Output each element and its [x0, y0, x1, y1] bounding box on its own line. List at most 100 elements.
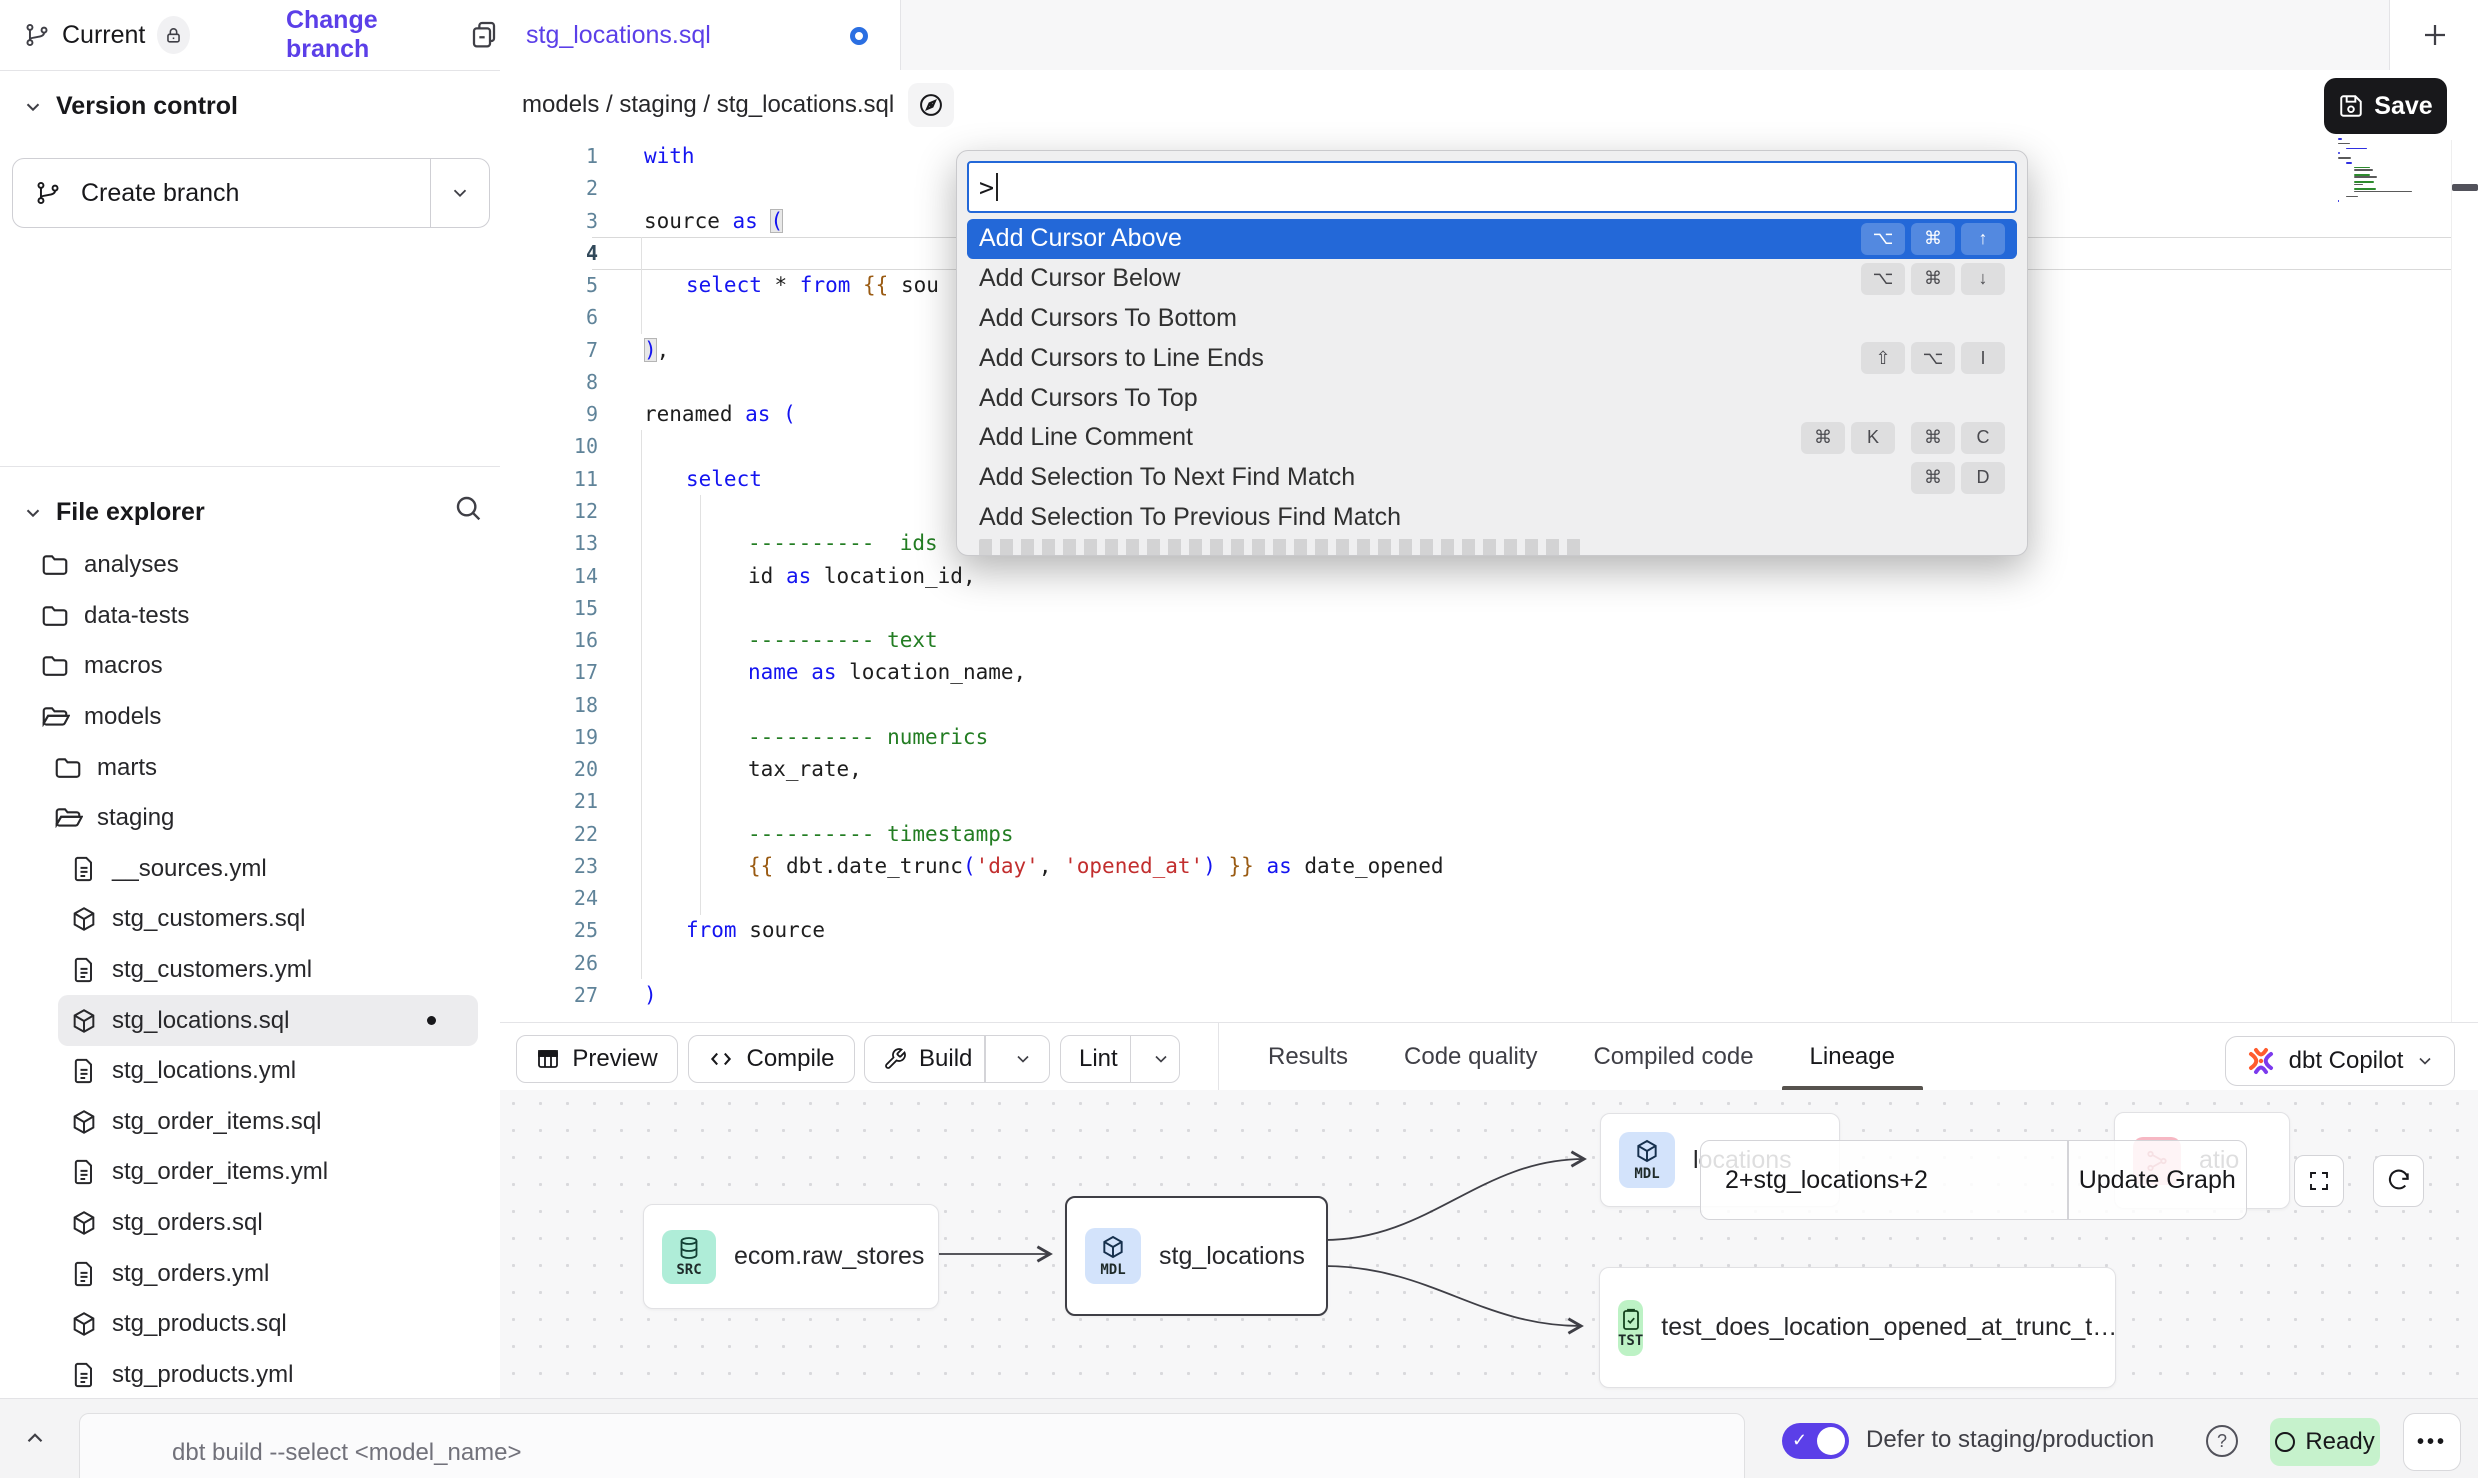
- command-list: Add Cursor Above⌥⌘↑Add Cursor Below⌥⌘↓Ad…: [967, 219, 2017, 537]
- command-label: Add Selection To Next Find Match: [979, 463, 1355, 492]
- fullscreen-icon: [2307, 1169, 2331, 1193]
- file-item-stg-locations-yml[interactable]: stg_locations.yml: [0, 1046, 500, 1097]
- cube-icon: [70, 1007, 98, 1035]
- dbt-command-input[interactable]: dbt build --select <model_name>: [79, 1413, 1745, 1478]
- chevron-down-icon: [22, 96, 44, 118]
- preview-label: Preview: [572, 1045, 657, 1073]
- git-branch-icon: [35, 180, 61, 206]
- build-menu-button[interactable]: [998, 1036, 1049, 1082]
- update-graph-button[interactable]: Update Graph: [2069, 1166, 2247, 1195]
- folder-icon: [40, 651, 70, 681]
- file-item-stg-customers-sql[interactable]: stg_customers.sql: [0, 894, 500, 945]
- minimap[interactable]: [2338, 138, 2450, 213]
- lineage-node-mdl[interactable]: MDLstg_locations: [1065, 1196, 1328, 1316]
- command-item-add-cursors-to-top[interactable]: Add Cursors To Top: [967, 378, 2017, 418]
- command-item-add-line-comment[interactable]: Add Line Comment⌘K⌘C: [967, 418, 2017, 458]
- file-item-label: stg_locations.sql: [112, 1007, 289, 1035]
- file-item-macros[interactable]: macros: [0, 641, 500, 692]
- file-item-stg-products-sql[interactable]: stg_products.sql: [0, 1299, 500, 1350]
- lint-button[interactable]: Lint: [1060, 1035, 1180, 1083]
- refresh-icon: [2386, 1168, 2412, 1194]
- compile-button[interactable]: Compile: [688, 1035, 855, 1083]
- file-item-stg-orders-sql[interactable]: stg_orders.sql: [0, 1198, 500, 1249]
- tab-stg-locations-sql[interactable]: stg_locations.sql: [500, 0, 901, 71]
- file-item-stg-products-yml[interactable]: stg_products.yml: [0, 1350, 500, 1401]
- file-item-label: marts: [97, 754, 157, 782]
- file-item-staging[interactable]: staging: [0, 793, 500, 844]
- folder-icon: [40, 550, 70, 580]
- more-options-button[interactable]: •••: [2403, 1413, 2461, 1471]
- file-item-stg-order-items-yml[interactable]: stg_order_items.yml: [0, 1147, 500, 1198]
- fullscreen-button[interactable]: [2294, 1155, 2344, 1207]
- preview-button[interactable]: Preview: [516, 1035, 678, 1083]
- file-item-label: staging: [97, 804, 174, 832]
- file-explorer-section[interactable]: File explorer: [22, 498, 205, 527]
- lint-menu-button[interactable]: [1143, 1036, 1179, 1082]
- lineage-node-tst[interactable]: TSTtest_does_location_opened_at_trunc_t…: [1599, 1267, 2116, 1388]
- file-item-analyses[interactable]: analyses: [0, 540, 500, 591]
- folder-icon: [40, 601, 70, 631]
- file-search-icon[interactable]: [452, 492, 484, 524]
- command-item-add-cursors-to-bottom[interactable]: Add Cursors To Bottom: [967, 299, 2017, 339]
- command-item-add-selection-to-next-find-match[interactable]: Add Selection To Next Find Match⌘D: [967, 458, 2017, 498]
- tab-results[interactable]: Results: [1240, 1023, 1376, 1091]
- version-control-title: Version control: [56, 92, 238, 121]
- explore-lineage-button[interactable]: [908, 83, 954, 127]
- command-item-add-cursor-below[interactable]: Add Cursor Below⌥⌘↓: [967, 259, 2017, 299]
- command-item-add-cursor-above[interactable]: Add Cursor Above⌥⌘↑: [967, 219, 2017, 259]
- file-item-label: data-tests: [84, 602, 189, 630]
- version-control-section[interactable]: Version control: [22, 92, 238, 121]
- unsaved-dot-icon: [850, 27, 868, 45]
- cube-icon: [70, 905, 98, 933]
- change-branch-link[interactable]: Change branch: [286, 6, 442, 64]
- dbt-copilot-button[interactable]: dbt Copilot: [2225, 1036, 2455, 1086]
- lineage-node-src[interactable]: SRCecom.raw_stores: [643, 1204, 939, 1309]
- create-branch-button[interactable]: Create branch: [12, 158, 490, 228]
- file-item-data-tests[interactable]: data-tests: [0, 591, 500, 642]
- file-item--sources-yml[interactable]: __sources.yml: [0, 844, 500, 895]
- scroll-indicator[interactable]: [2452, 184, 2478, 191]
- new-tab-button[interactable]: [2389, 0, 2478, 71]
- code-line-23: 23{{ dbt.date_trunc('day', 'opened_at') …: [500, 850, 2478, 883]
- build-label: Build: [919, 1045, 972, 1073]
- file-item-stg-order-items-sql[interactable]: stg_order_items.sql: [0, 1097, 500, 1148]
- lint-label: Lint: [1079, 1045, 1118, 1073]
- file-item-stg-locations-sql[interactable]: stg_locations.sql: [58, 995, 478, 1046]
- file-item-label: stg_customers.sql: [112, 905, 305, 933]
- lineage-selector-input[interactable]: 2+stg_locations+2: [1701, 1166, 2067, 1195]
- cube-icon: [70, 1209, 98, 1237]
- file-item-label: stg_locations.yml: [112, 1057, 296, 1085]
- tab-compiled-code[interactable]: Compiled code: [1565, 1023, 1781, 1091]
- file-explorer-title: File explorer: [56, 498, 205, 527]
- file-item-stg-orders-yml[interactable]: stg_orders.yml: [0, 1248, 500, 1299]
- refresh-button[interactable]: [2373, 1155, 2424, 1207]
- help-icon[interactable]: ?: [2206, 1425, 2238, 1457]
- tab-code-quality[interactable]: Code quality: [1376, 1023, 1565, 1091]
- cube-icon: [70, 1108, 98, 1136]
- command-item-add-selection-to-previous-find-match[interactable]: Add Selection To Previous Find Match: [967, 498, 2017, 538]
- chevron-down-icon: [2415, 1051, 2435, 1071]
- tab-lineage[interactable]: Lineage: [1782, 1023, 1923, 1091]
- folder-icon: [53, 803, 83, 833]
- dbt-copilot-label: dbt Copilot: [2289, 1047, 2404, 1075]
- build-button[interactable]: Build: [864, 1035, 1050, 1083]
- file-icon: [70, 1361, 98, 1389]
- create-branch-menu-button[interactable]: [431, 182, 489, 204]
- status-bar: dbt build --select <model_name> ✓ Defer …: [0, 1398, 2478, 1478]
- file-item-stg-customers-yml[interactable]: stg_customers.yml: [0, 945, 500, 996]
- defer-toggle[interactable]: ✓: [1782, 1423, 1849, 1459]
- copy-icon[interactable]: [468, 19, 500, 51]
- key-chip: K: [1851, 422, 1895, 454]
- command-item-add-cursors-to-line-ends[interactable]: Add Cursors to Line Ends⇧⌥I: [967, 338, 2017, 378]
- file-item-marts[interactable]: marts: [0, 742, 500, 793]
- file-item-models[interactable]: models: [0, 692, 500, 743]
- code-icon: [708, 1046, 734, 1072]
- save-label: Save: [2374, 92, 2432, 121]
- command-palette-input[interactable]: >: [967, 161, 2017, 213]
- key-chip: D: [1961, 462, 2005, 494]
- save-button[interactable]: Save: [2324, 78, 2447, 134]
- chevron-up-icon[interactable]: [22, 1425, 48, 1451]
- key-chip: ⌥: [1861, 223, 1905, 255]
- breadcrumb-row: models / staging / stg_locations.sql: [500, 70, 2478, 140]
- lineage-graph[interactable]: SRCecom.raw_storesMDLstg_locationsMDLloc…: [500, 1090, 2478, 1398]
